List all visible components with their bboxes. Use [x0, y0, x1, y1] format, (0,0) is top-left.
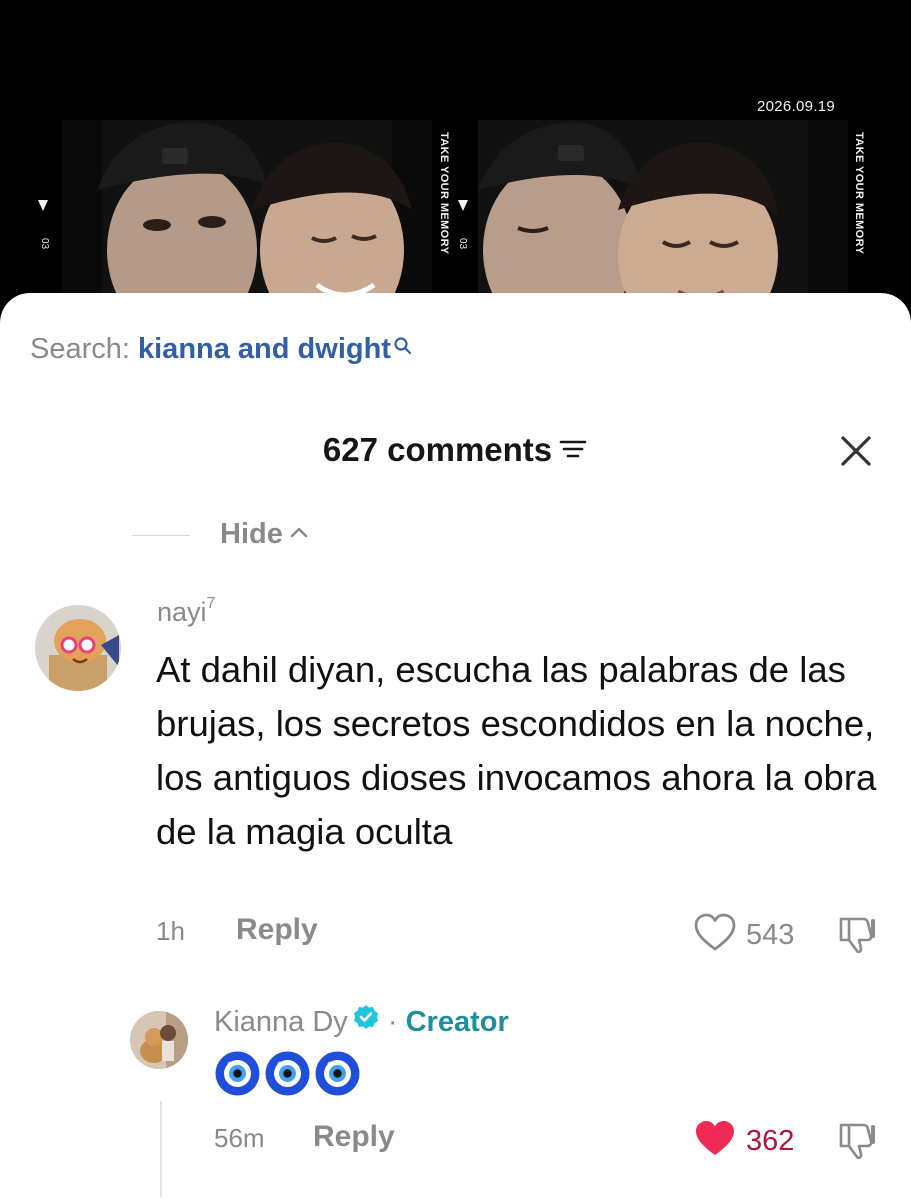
nazar-amulet-icon — [265, 1051, 310, 1096]
search-suggestion[interactable]: Search: kianna and dwight — [30, 333, 413, 366]
hide-replies-button[interactable]: Hide — [220, 518, 309, 551]
film-marker-icon — [458, 200, 468, 211]
comments-sheet: Search: kianna and dwight 627 comments H… — [0, 293, 911, 1200]
thumbs-down-icon — [839, 1123, 875, 1160]
couple-photo-left — [62, 120, 432, 320]
thread-line — [160, 1101, 162, 1197]
heart-outline-icon — [694, 913, 736, 951]
like-button[interactable] — [693, 913, 737, 958]
avatar[interactable] — [35, 605, 121, 691]
nazar-amulet-icon — [215, 1051, 260, 1096]
divider — [132, 535, 190, 536]
like-count: 362 — [746, 1125, 795, 1157]
reply-button[interactable]: Reply — [236, 913, 318, 947]
verified-badge-icon — [352, 1003, 380, 1039]
film-marker-icon — [38, 200, 48, 211]
comments-header: 627 comments — [0, 431, 911, 469]
comment-text: At dahil diyan, escucha las palabras de … — [156, 649, 877, 852]
chevron-up-icon — [290, 528, 308, 538]
comment-count: 627 comments — [322, 431, 553, 468]
comment-time: 56m — [214, 1123, 265, 1153]
comment-username[interactable]: Kianna Dy · Creator — [214, 1003, 509, 1039]
search-label: Search: — [30, 333, 138, 365]
photo-frame-left — [62, 120, 432, 320]
dislike-button[interactable] — [835, 915, 879, 960]
comment-time: 1h — [156, 916, 185, 946]
filter-icon[interactable] — [558, 431, 588, 469]
film-caption: TAKE YOUR MEMORY — [853, 132, 865, 255]
photo-frame-right — [478, 120, 848, 320]
film-frame-number: 03 — [457, 238, 468, 250]
like-button[interactable] — [693, 1119, 737, 1164]
search-query[interactable]: kianna and dwight — [138, 333, 391, 365]
nazar-amulet-icon — [315, 1051, 360, 1096]
couple-photo-right — [478, 120, 848, 320]
reply-button[interactable]: Reply — [313, 1120, 395, 1154]
comment-text — [214, 1050, 361, 1097]
close-icon — [841, 436, 871, 466]
dislike-button[interactable] — [835, 1121, 879, 1166]
search-icon — [393, 331, 413, 364]
heart-filled-icon — [696, 1121, 734, 1155]
like-count: 543 — [746, 919, 795, 951]
photo-date: 2026.09.19 — [757, 98, 836, 115]
comment-username[interactable]: nayi7 — [157, 595, 215, 628]
avatar[interactable] — [130, 1011, 188, 1069]
photo-strip: 2026.09.19 03 TAKE YOUR MEMORY 03 TAKE Y… — [0, 0, 911, 330]
hide-label: Hide — [220, 518, 283, 550]
creator-badge: Creator — [405, 1006, 509, 1038]
close-button[interactable] — [838, 433, 874, 469]
film-caption: TAKE YOUR MEMORY — [438, 132, 450, 255]
thumbs-down-icon — [839, 917, 875, 954]
film-frame-number: 03 — [39, 238, 50, 250]
